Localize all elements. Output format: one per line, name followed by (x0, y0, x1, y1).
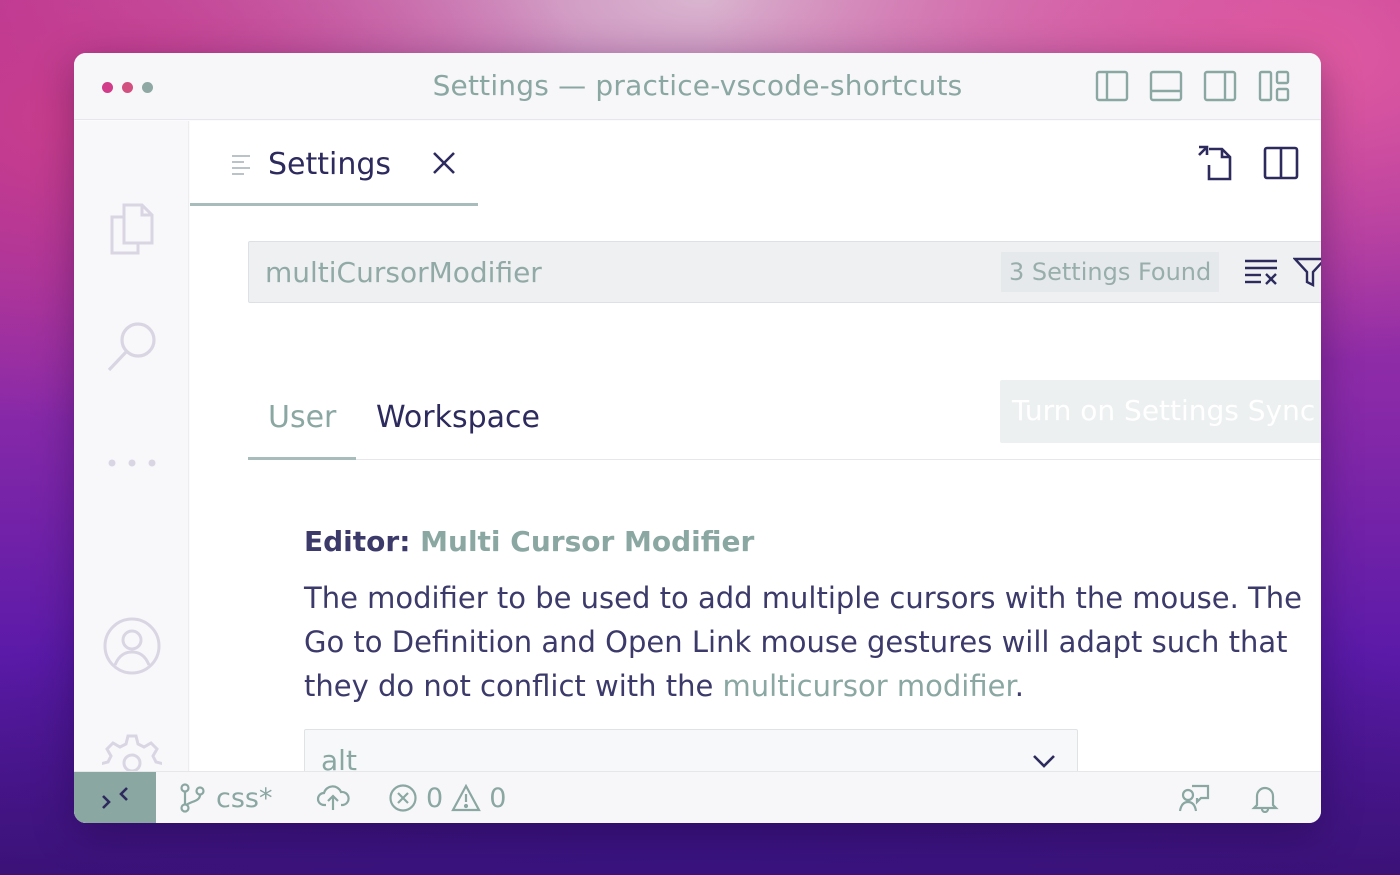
live-share-button[interactable] (1178, 780, 1210, 816)
remote-icon (102, 787, 128, 809)
warning-count: 0 (489, 782, 507, 814)
tab-label: Settings (268, 147, 392, 182)
status-bar: css* 0 0 (74, 771, 1321, 823)
clear-filter-icon[interactable] (1243, 256, 1279, 288)
search-icon[interactable] (102, 316, 162, 376)
notifications-button[interactable] (1250, 780, 1280, 816)
tab-workspace[interactable]: Workspace (376, 400, 540, 435)
setting-title: Editor: Multi Cursor Modifier (304, 525, 754, 558)
tab-user-label: User (268, 400, 337, 435)
publish-branch-button[interactable] (316, 780, 350, 816)
layout-controls (1095, 69, 1291, 103)
title-bar: Settings — practice-vscode-shortcuts (74, 53, 1321, 120)
toggle-panel-icon[interactable] (1149, 69, 1183, 103)
editor-actions (1195, 143, 1301, 183)
warning-icon (451, 783, 482, 813)
setting-description: The modifier to be used to add multiple … (304, 576, 1321, 708)
tab-user[interactable]: User (248, 346, 356, 460)
problems-button[interactable]: 0 0 (388, 780, 506, 816)
toggle-primary-sidebar-icon[interactable] (1095, 69, 1129, 103)
git-branch-button[interactable]: css* (178, 780, 272, 816)
close-icon[interactable] (430, 149, 458, 177)
bell-icon (1250, 783, 1280, 814)
open-settings-json-icon[interactable] (1195, 143, 1235, 183)
search-result-count: 3 Settings Found (1001, 252, 1220, 292)
error-icon (388, 783, 418, 813)
tab-settings[interactable]: Settings (190, 121, 478, 206)
settings-search-input[interactable] (265, 252, 965, 292)
turn-on-settings-sync-button[interactable]: Turn on Settings Sync (1000, 380, 1321, 443)
git-branch-icon (178, 783, 208, 813)
customize-layout-icon[interactable] (1257, 69, 1291, 103)
more-icon[interactable] (102, 433, 162, 493)
error-count: 0 (426, 782, 444, 814)
feedback-icon (1178, 783, 1210, 813)
account-icon[interactable] (102, 616, 162, 676)
git-branch-label: css* (216, 782, 273, 814)
settings-editor: Settings 3 Settings Found (190, 121, 1321, 823)
sync-button-label: Turn on Settings Sync (1012, 394, 1316, 427)
activity-bar (74, 121, 189, 802)
explorer-icon[interactable] (102, 199, 162, 259)
toggle-secondary-sidebar-icon[interactable] (1203, 69, 1237, 103)
split-editor-icon[interactable] (1261, 143, 1301, 183)
settings-search-box: 3 Settings Found (248, 241, 1321, 303)
settings-file-icon (232, 154, 252, 176)
filter-icon[interactable] (1292, 256, 1321, 288)
remote-indicator-button[interactable] (74, 772, 156, 823)
cloud-upload-icon (316, 783, 350, 813)
vscode-window: Settings — practice-vscode-shortcuts Set… (74, 53, 1321, 823)
setting-name: Multi Cursor Modifier (420, 525, 755, 558)
setting-description-end: . (1014, 669, 1024, 703)
multicursor-modifier-link[interactable]: multicursor modifier (723, 669, 1015, 703)
setting-category: Editor: (304, 525, 421, 558)
